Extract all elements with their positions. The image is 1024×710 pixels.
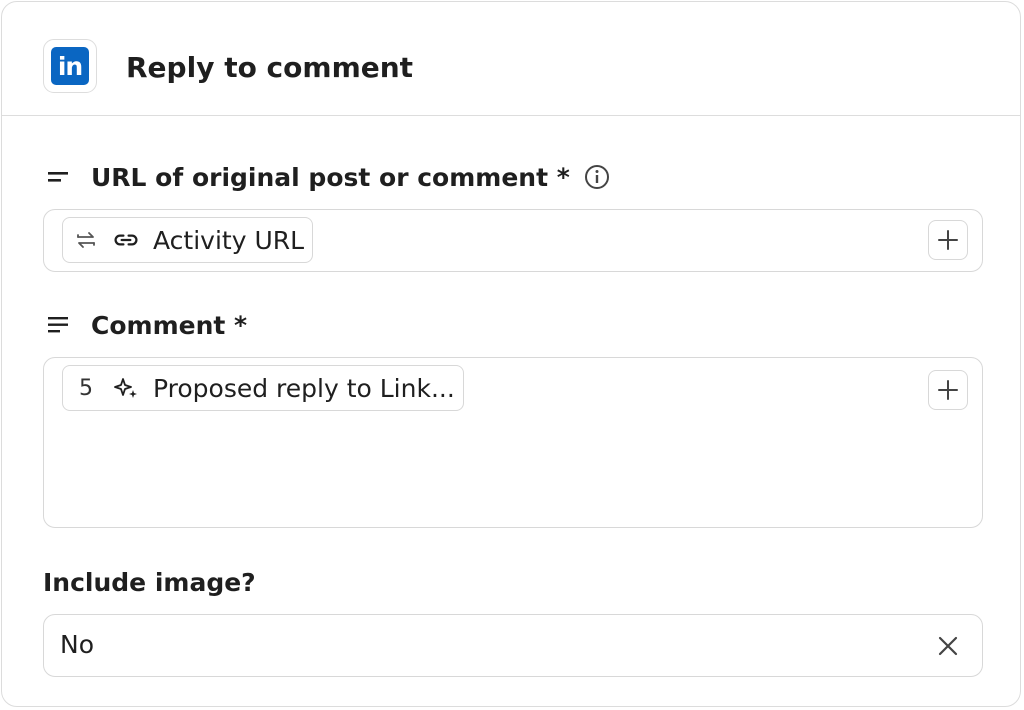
linkedin-logo-text: in bbox=[57, 51, 83, 81]
include-image-select[interactable]: No bbox=[43, 614, 983, 677]
comment-label-text: Comment * bbox=[91, 310, 248, 340]
add-comment-button[interactable] bbox=[928, 370, 968, 410]
select-value: No bbox=[60, 630, 94, 659]
plus-icon bbox=[938, 380, 958, 400]
url-field-label: URL of original post or comment * bbox=[46, 162, 610, 192]
include-image-label-text: Include image? bbox=[43, 567, 256, 597]
close-icon bbox=[938, 636, 958, 656]
comment-field-label: Comment * bbox=[46, 310, 247, 340]
proposed-reply-token[interactable]: 5 Proposed reply to Link... bbox=[62, 365, 464, 411]
link-icon bbox=[113, 227, 139, 253]
long-text-icon bbox=[46, 310, 74, 340]
page-title: Reply to comment bbox=[126, 51, 414, 84]
include-image-label: Include image? bbox=[43, 567, 256, 597]
sparkles-icon bbox=[113, 375, 139, 401]
token-label: Proposed reply to Link... bbox=[153, 373, 455, 403]
step-number: 5 bbox=[79, 375, 93, 401]
card-header: in Reply to comment bbox=[2, 2, 1020, 116]
clear-selection-button[interactable] bbox=[934, 632, 962, 660]
comment-textarea[interactable]: 5 Proposed reply to Link... bbox=[43, 357, 983, 528]
url-input[interactable]: Activity URL bbox=[43, 209, 983, 272]
action-card: in Reply to comment URL of original post… bbox=[1, 1, 1021, 707]
repeat-icon bbox=[73, 227, 99, 253]
token-label: Activity URL bbox=[153, 225, 305, 255]
url-label-text: URL of original post or comment * bbox=[91, 162, 570, 192]
plus-icon bbox=[938, 230, 958, 250]
linkedin-icon: in bbox=[51, 47, 89, 85]
info-icon[interactable] bbox=[584, 164, 610, 190]
activity-url-token[interactable]: Activity URL bbox=[62, 217, 314, 263]
short-text-icon bbox=[46, 162, 74, 192]
add-url-button[interactable] bbox=[928, 220, 968, 260]
app-icon-container: in bbox=[43, 39, 97, 93]
